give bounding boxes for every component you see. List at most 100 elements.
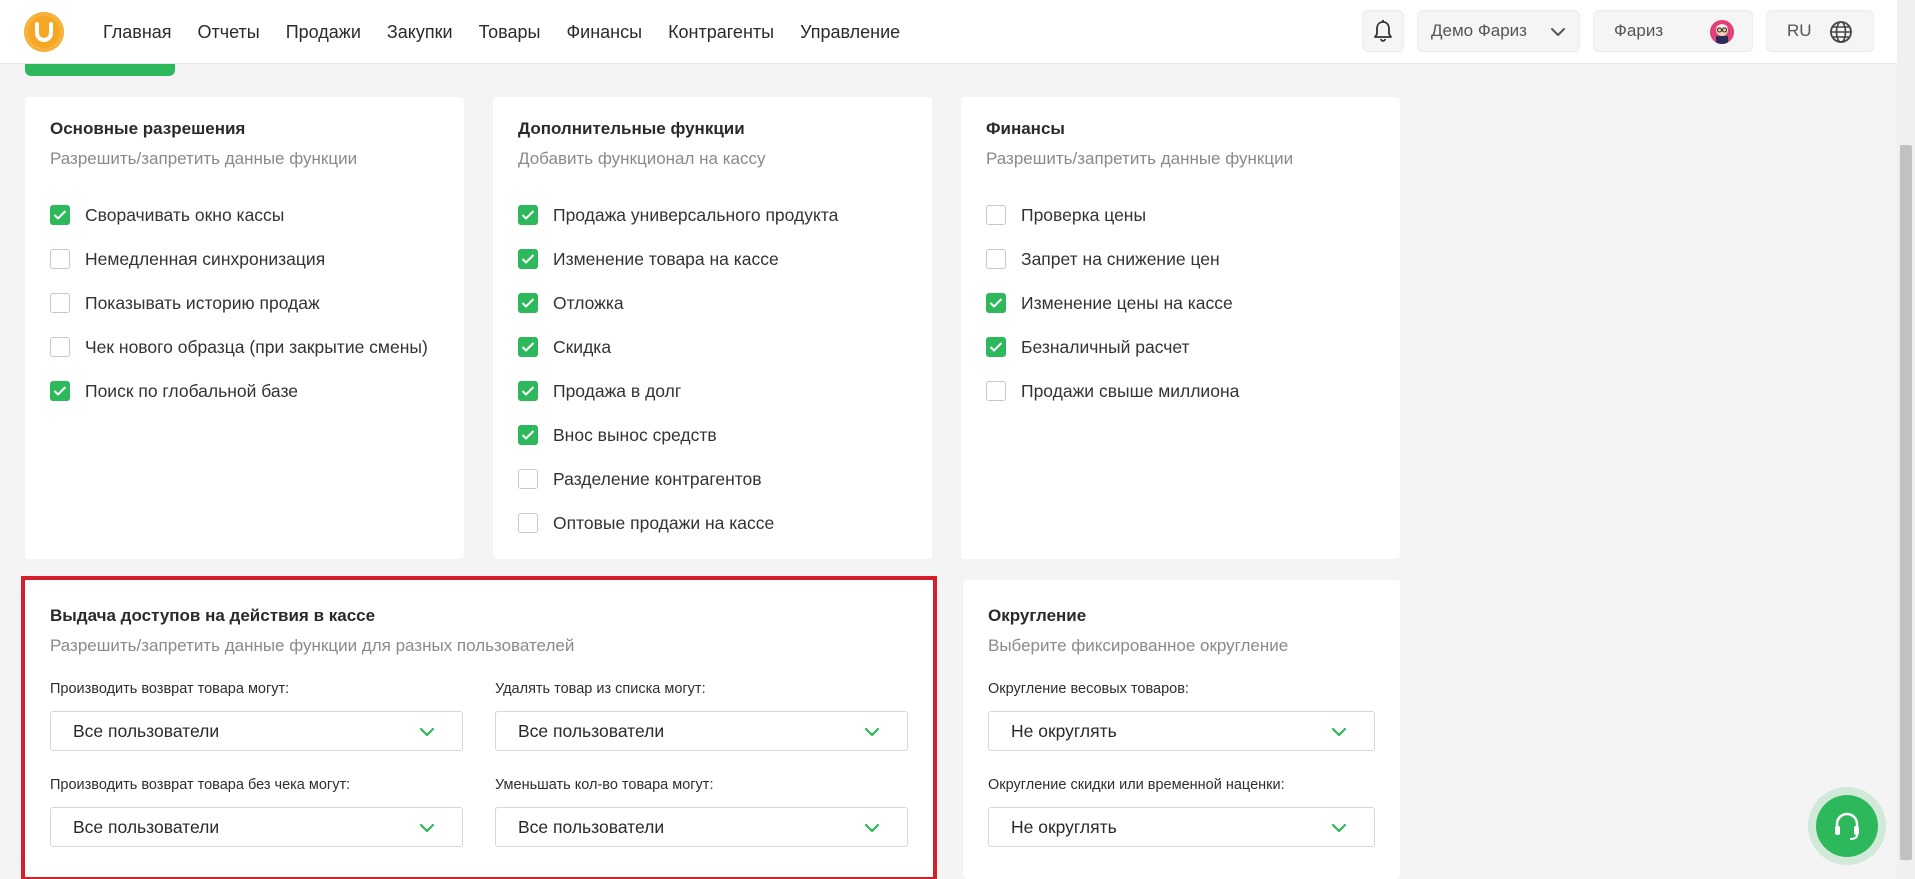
nav-item-finance[interactable]: Финансы bbox=[566, 22, 642, 43]
top-navigation-bar: Главная Отчеты Продажи Закупки Товары Фи… bbox=[0, 0, 1897, 64]
return-no-receipt-select[interactable]: Все пользователи bbox=[50, 807, 463, 847]
checkbox-checked[interactable] bbox=[518, 249, 538, 269]
checkbox-checked[interactable] bbox=[50, 381, 70, 401]
return-permission-label: Производить возврат товара могут: bbox=[50, 681, 290, 697]
chevron-down-icon bbox=[1331, 727, 1347, 737]
company-name: Демо Фариз bbox=[1431, 21, 1527, 40]
checkbox-row[interactable]: Продажи свыше миллиона bbox=[986, 369, 1239, 413]
checkbox-list: Продажа универсального продукта Изменени… bbox=[518, 193, 838, 545]
chevron-down-icon bbox=[1551, 28, 1565, 36]
card-subtitle: Разрешить/запретить данные функции для р… bbox=[50, 636, 575, 655]
chevron-down-icon bbox=[419, 823, 435, 833]
checkbox-label: Запрет на снижение цен bbox=[1021, 248, 1220, 269]
return-no-receipt-label: Производить возврат товара без чека могу… bbox=[50, 777, 351, 793]
nav-item-purchases[interactable]: Закупки bbox=[387, 22, 453, 43]
card-title: Выдача доступов на действия в кассе bbox=[50, 606, 376, 625]
checkbox-row[interactable]: Продажа универсального продукта bbox=[518, 193, 838, 237]
checkbox-unchecked[interactable] bbox=[986, 205, 1006, 225]
checkbox-label: Немедленная синхронизация bbox=[85, 248, 326, 269]
checkbox-unchecked[interactable] bbox=[50, 249, 70, 269]
card-title: Округление bbox=[988, 606, 1087, 625]
checkbox-row[interactable]: Немедленная синхронизация bbox=[50, 237, 428, 281]
checkbox-unchecked[interactable] bbox=[518, 513, 538, 533]
checkbox-row[interactable]: Показывать историю продаж bbox=[50, 281, 428, 325]
checkbox-label: Проверка цены bbox=[1021, 204, 1147, 225]
checkbox-label: Внос вынос средств bbox=[553, 424, 717, 445]
user-menu-button[interactable]: Фариз bbox=[1593, 10, 1753, 52]
nav-item-management[interactable]: Управление bbox=[800, 22, 900, 43]
checkbox-row[interactable]: Разделение контрагентов bbox=[518, 457, 838, 501]
checkbox-checked[interactable] bbox=[50, 205, 70, 225]
checkbox-checked[interactable] bbox=[518, 425, 538, 445]
notifications-button[interactable] bbox=[1362, 10, 1404, 52]
checkbox-label: Изменение товара на кассе bbox=[553, 248, 779, 269]
checkbox-row[interactable]: Запрет на снижение цен bbox=[986, 237, 1239, 281]
chevron-down-icon bbox=[864, 823, 880, 833]
checkbox-label: Скидка bbox=[553, 336, 612, 357]
checkbox-checked[interactable] bbox=[518, 205, 538, 225]
chevron-down-icon bbox=[1331, 823, 1347, 833]
avatar bbox=[1710, 20, 1734, 44]
checkbox-unchecked[interactable] bbox=[50, 337, 70, 357]
extra-functions-card: Дополнительные функции Добавить функцион… bbox=[493, 97, 932, 559]
discount-rounding-label: Округление скидки или временной наценки: bbox=[988, 777, 1285, 793]
nav-item-sales[interactable]: Продажи bbox=[286, 22, 361, 43]
checkbox-label: Чек нового образца (при закрытие смены) bbox=[85, 336, 428, 357]
card-title: Финансы bbox=[986, 119, 1065, 138]
checkbox-unchecked[interactable] bbox=[986, 249, 1006, 269]
company-selector[interactable]: Демо Фариз bbox=[1417, 10, 1580, 52]
checkbox-label: Отложка bbox=[553, 292, 624, 313]
checkmark-icon bbox=[521, 254, 535, 264]
save-button-partial[interactable] bbox=[25, 64, 175, 76]
access-rights-card: Выдача доступов на действия в кассе Разр… bbox=[25, 580, 933, 879]
scrollbar-thumb[interactable] bbox=[1900, 145, 1912, 860]
discount-rounding-select[interactable]: Не округлять bbox=[988, 807, 1375, 847]
checkbox-row[interactable]: Проверка цены bbox=[986, 193, 1239, 237]
support-chat-button[interactable] bbox=[1816, 795, 1878, 857]
checkbox-unchecked[interactable] bbox=[986, 381, 1006, 401]
checkbox-row[interactable]: Оптовые продажи на кассе bbox=[518, 501, 838, 545]
logo-icon[interactable] bbox=[24, 12, 64, 52]
language-selector[interactable]: RU bbox=[1766, 10, 1874, 52]
checkmark-icon bbox=[989, 298, 1003, 308]
delete-permission-select[interactable]: Все пользователи bbox=[495, 711, 908, 751]
nav-item-reports[interactable]: Отчеты bbox=[198, 22, 260, 43]
checkbox-row[interactable]: Безналичный расчет bbox=[986, 325, 1239, 369]
checkbox-row[interactable]: Изменение товара на кассе bbox=[518, 237, 838, 281]
checkmark-icon bbox=[53, 386, 67, 396]
finance-card: Финансы Разрешить/запретить данные функц… bbox=[961, 97, 1400, 559]
checkbox-unchecked[interactable] bbox=[50, 293, 70, 313]
vertical-scrollbar[interactable] bbox=[1897, 0, 1915, 879]
checkbox-label: Сворачивать окно кассы bbox=[85, 204, 285, 225]
basic-permissions-card: Основные разрешения Разрешить/запретить … bbox=[25, 97, 464, 559]
checkmark-icon bbox=[521, 386, 535, 396]
checkbox-row[interactable]: Внос вынос средств bbox=[518, 413, 838, 457]
checkbox-checked[interactable] bbox=[986, 337, 1006, 357]
decrease-qty-select[interactable]: Все пользователи bbox=[495, 807, 908, 847]
checkbox-checked[interactable] bbox=[986, 293, 1006, 313]
checkbox-unchecked[interactable] bbox=[518, 469, 538, 489]
checkbox-label: Разделение контрагентов bbox=[553, 468, 762, 489]
checkbox-checked[interactable] bbox=[518, 337, 538, 357]
checkbox-row[interactable]: Поиск по глобальной базе bbox=[50, 369, 428, 413]
checkbox-checked[interactable] bbox=[518, 293, 538, 313]
globe-icon bbox=[1830, 21, 1852, 43]
nav-item-contractors[interactable]: Контрагенты bbox=[668, 22, 774, 43]
checkbox-checked[interactable] bbox=[518, 381, 538, 401]
checkbox-row[interactable]: Сворачивать окно кассы bbox=[50, 193, 428, 237]
nav-item-products[interactable]: Товары bbox=[479, 22, 541, 43]
weight-rounding-label: Округление весовых товаров: bbox=[988, 681, 1189, 697]
weight-rounding-select[interactable]: Не округлять bbox=[988, 711, 1375, 751]
checkbox-row[interactable]: Скидка bbox=[518, 325, 838, 369]
headset-icon bbox=[1835, 812, 1859, 840]
select-value: Все пользователи bbox=[73, 816, 220, 837]
checkbox-row[interactable]: Отложка bbox=[518, 281, 838, 325]
nav-item-home[interactable]: Главная bbox=[103, 22, 172, 43]
checkbox-row[interactable]: Продажа в долг bbox=[518, 369, 838, 413]
checkbox-row[interactable]: Изменение цены на кассе bbox=[986, 281, 1239, 325]
select-value: Не округлять bbox=[1011, 816, 1117, 837]
checkbox-row[interactable]: Чек нового образца (при закрытие смены) bbox=[50, 325, 428, 369]
select-value: Не округлять bbox=[1011, 720, 1117, 741]
checkmark-icon bbox=[521, 430, 535, 440]
return-permission-select[interactable]: Все пользователи bbox=[50, 711, 463, 751]
